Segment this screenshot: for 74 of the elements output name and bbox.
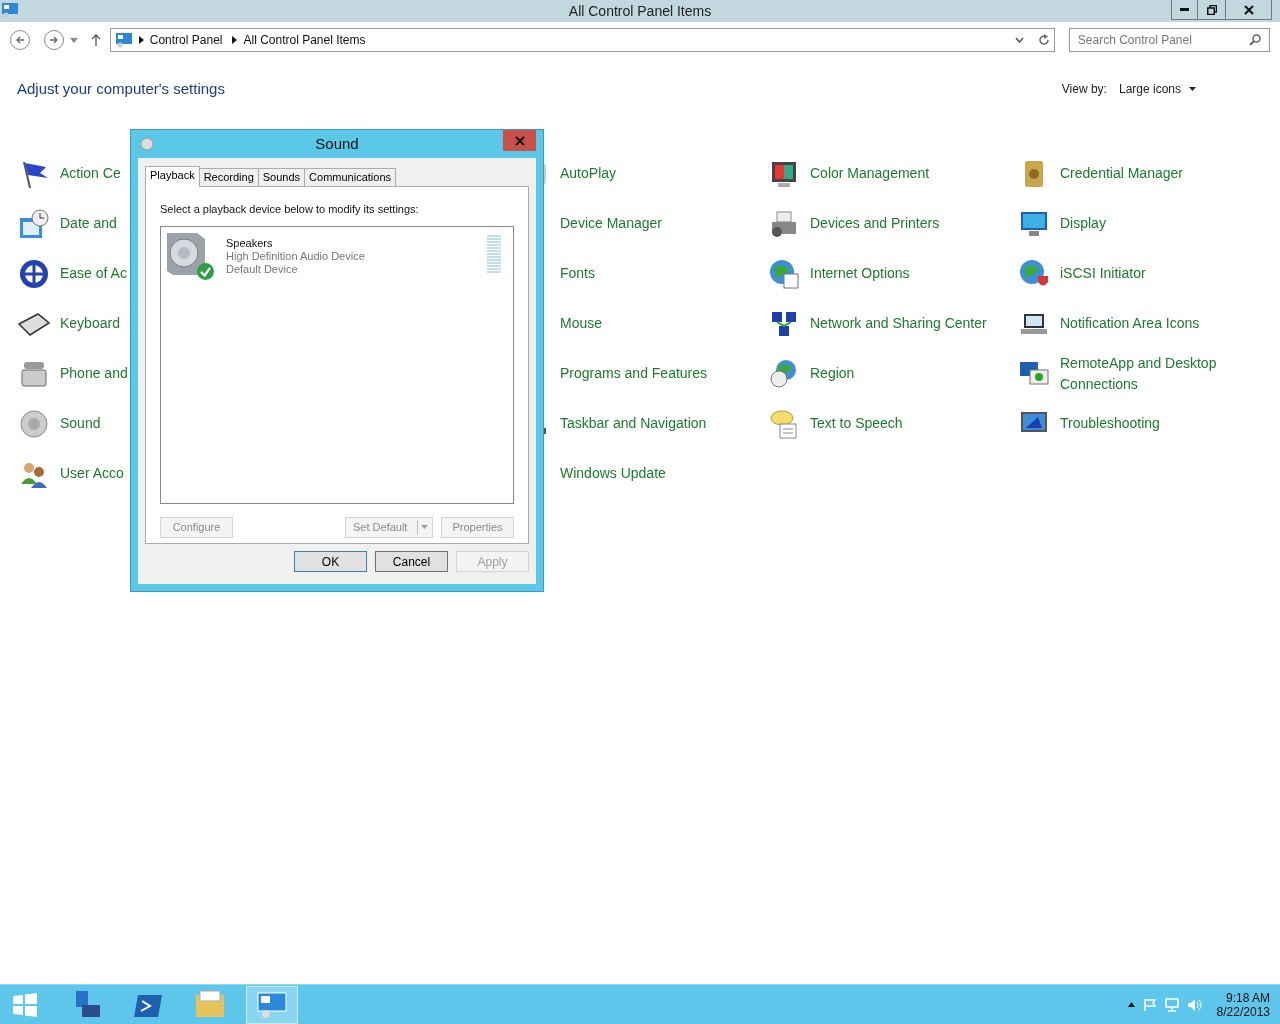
control-panel-icon <box>1 2 19 18</box>
control-panel-item[interactable]: Device Manager <box>560 213 750 234</box>
breadcrumb-arrow-icon[interactable] <box>138 36 144 44</box>
control-panel-item[interactable]: Programs and Features <box>560 363 750 384</box>
forward-arrow-icon <box>48 35 59 45</box>
clock-time[interactable]: 9:18 AM <box>1225 990 1270 1005</box>
control-panel-item[interactable]: Internet Options <box>810 263 1000 284</box>
close-icon <box>514 135 525 146</box>
up-arrow-icon[interactable] <box>89 33 102 47</box>
control-panel-item[interactable]: Keyboard <box>60 313 120 334</box>
view-by-dropdown[interactable]: Large icons <box>1118 80 1196 99</box>
instruction-text: Select a playback device below to modify its settings: <box>160 202 420 217</box>
control-panel-item[interactable]: Color Management <box>810 163 1000 184</box>
control-panel-item[interactable]: Region <box>810 363 1000 384</box>
tab[interactable]: Playback <box>145 166 200 187</box>
dialog-button[interactable]: OK <box>294 551 367 572</box>
refresh-icon[interactable] <box>1037 34 1050 46</box>
search-icon <box>1249 34 1261 46</box>
view-by-label: View by: <box>1061 81 1107 99</box>
control-panel-icon <box>114 32 133 48</box>
control-panel-item[interactable]: Mouse <box>560 313 750 334</box>
address-bar[interactable]: Control Panel All Control Panel Items <box>109 28 1055 52</box>
control-panel-item[interactable]: User Acco <box>60 463 124 484</box>
close-button[interactable] <box>1225 0 1272 20</box>
show-hidden-icons-icon[interactable] <box>1127 1002 1135 1007</box>
breadcrumb-arrow-icon[interactable] <box>232 36 238 44</box>
taskbar-app[interactable] <box>246 985 298 1024</box>
control-panel-item[interactable]: Devices and Printers <box>810 213 1000 234</box>
search-field[interactable]: Search Control Panel <box>1068 28 1270 52</box>
control-panel-item[interactable]: Action Ce <box>60 163 121 184</box>
control-panel-item[interactable]: AutoPlay <box>560 163 750 184</box>
minimize-icon <box>1180 8 1189 11</box>
dialog-title: Sound <box>315 133 359 154</box>
accessibility-icon <box>18 257 50 290</box>
breadcrumb[interactable]: All Control Panel Items <box>243 31 366 49</box>
control-panel-item[interactable]: Sound <box>60 413 101 434</box>
control-panel-item[interactable]: Text to Speech <box>810 413 1000 434</box>
breadcrumb[interactable]: Control Panel <box>149 31 223 49</box>
window-title: All Control Panel Items <box>568 1 712 21</box>
control-panel-item[interactable]: Date and <box>60 213 117 234</box>
device-description: High Definition Audio Device <box>226 249 365 263</box>
control-panel-item[interactable]: Notification Area Icons <box>1060 313 1250 334</box>
control-panel-item[interactable]: Phone and <box>60 363 128 384</box>
close-icon <box>1243 4 1254 15</box>
dropdown-caret-icon[interactable] <box>69 37 78 43</box>
control-panel-item[interactable]: Troubleshooting <box>1060 413 1250 434</box>
control-panel-item[interactable]: Windows Update <box>560 463 750 484</box>
back-arrow-icon <box>14 35 25 45</box>
minimize-button[interactable] <box>1171 0 1198 20</box>
windows-logo-icon <box>13 992 37 1017</box>
search-input[interactable]: Search Control Panel <box>1077 31 1249 49</box>
control-panel-item[interactable]: RemoteApp and Desktop Connections <box>1060 352 1250 395</box>
control-panel-item[interactable]: Credential Manager <box>1060 163 1250 184</box>
clock-date[interactable]: 8/22/2013 <box>1216 1004 1270 1019</box>
caret-icon <box>1189 87 1196 92</box>
speech-bubble-icon <box>768 407 800 440</box>
control-panel-item[interactable]: Fonts <box>560 263 750 284</box>
tab[interactable]: Recording <box>198 168 259 187</box>
control-panel-item[interactable]: iSCSI Initiator <box>1060 263 1250 284</box>
dialog-button[interactable]: Cancel <box>375 551 448 572</box>
dropdown-chevron-icon[interactable] <box>1014 37 1024 43</box>
restore-icon <box>1206 4 1217 15</box>
globe-icon <box>768 257 800 290</box>
tab[interactable]: Communications <box>304 168 396 187</box>
control-panel-item[interactable]: Taskbar and Navigation <box>560 413 750 434</box>
control-panel-item[interactable]: Ease of Ac <box>60 263 127 284</box>
close-button[interactable] <box>503 130 536 151</box>
control-panel-item[interactable]: Display <box>1060 213 1250 234</box>
page-heading: Adjust your computer's settings <box>17 79 225 99</box>
device-status: Default Device <box>226 262 299 276</box>
device-name[interactable]: Speakers <box>226 236 365 250</box>
level-meter-icon <box>487 234 501 275</box>
control-panel-item[interactable]: Network and Sharing Center <box>810 313 1000 334</box>
calendar-clock-icon <box>18 207 50 240</box>
